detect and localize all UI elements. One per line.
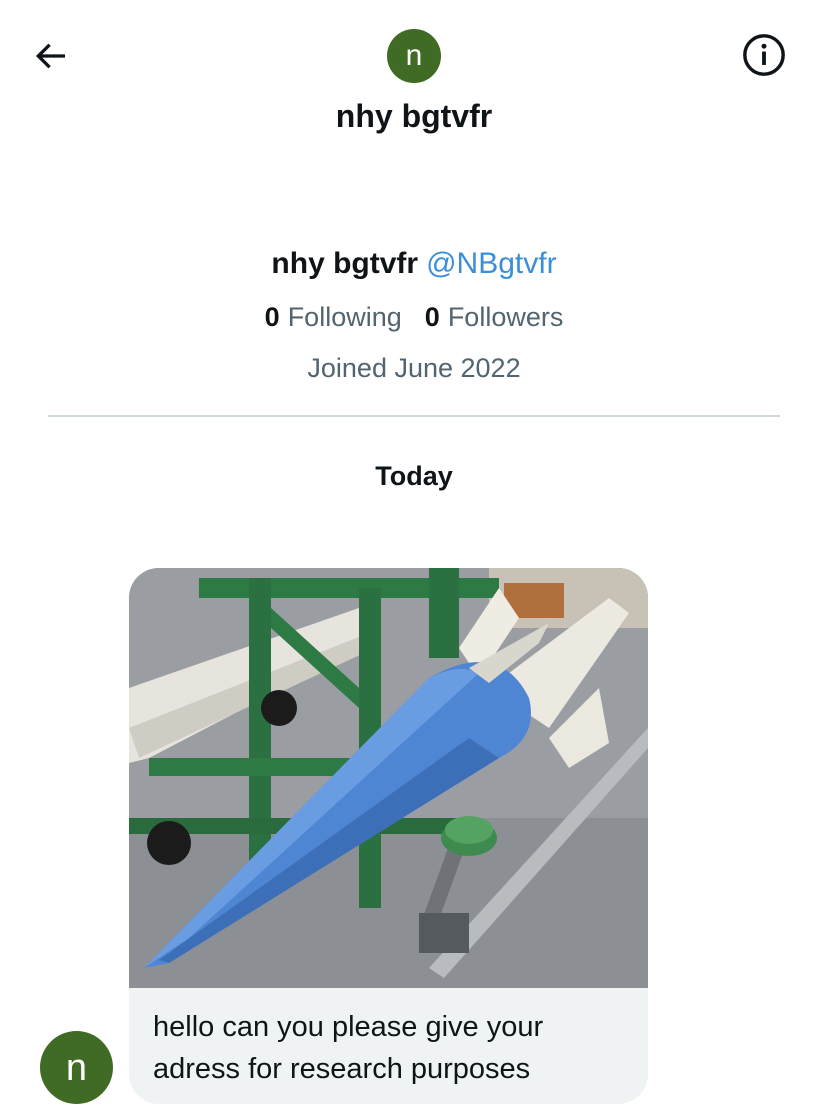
conversation-title: nhy bgtvfr: [335, 98, 493, 134]
header-avatar[interactable]: n: [387, 29, 441, 83]
profile-name: nhy bgtvfr: [271, 247, 419, 280]
following-label: Following: [287, 302, 402, 332]
profile-handle: @NBgtvfr: [426, 247, 557, 280]
followers-link[interactable]: 0 Followers: [425, 302, 564, 332]
message-bubble[interactable]: hello can you please give your adress fo…: [129, 568, 648, 1104]
follow-stats: 0 Following 0 Followers: [0, 298, 828, 336]
followers-label: Followers: [447, 302, 564, 332]
following-link[interactable]: 0 Following: [265, 302, 402, 332]
sender-avatar[interactable]: n: [40, 1031, 113, 1104]
info-button[interactable]: [740, 31, 788, 79]
info-circle-icon: [743, 34, 785, 76]
profile-summary[interactable]: nhy bgtvfr @NBgtvfr: [0, 244, 828, 284]
date-separator: Today: [375, 461, 453, 491]
arrow-left-icon: [35, 43, 65, 69]
divider: [48, 415, 780, 417]
back-button[interactable]: [28, 34, 72, 78]
following-count: 0: [264, 302, 280, 332]
message-media-image[interactable]: [129, 568, 648, 988]
message-photo: [129, 568, 648, 988]
sender-avatar-letter: n: [65, 1046, 88, 1089]
message-text: hello can you please give your adress fo…: [153, 1011, 544, 1085]
joined-date: Joined June 2022: [307, 353, 521, 383]
followers-count: 0: [424, 302, 440, 332]
header-avatar-letter: n: [405, 39, 423, 72]
